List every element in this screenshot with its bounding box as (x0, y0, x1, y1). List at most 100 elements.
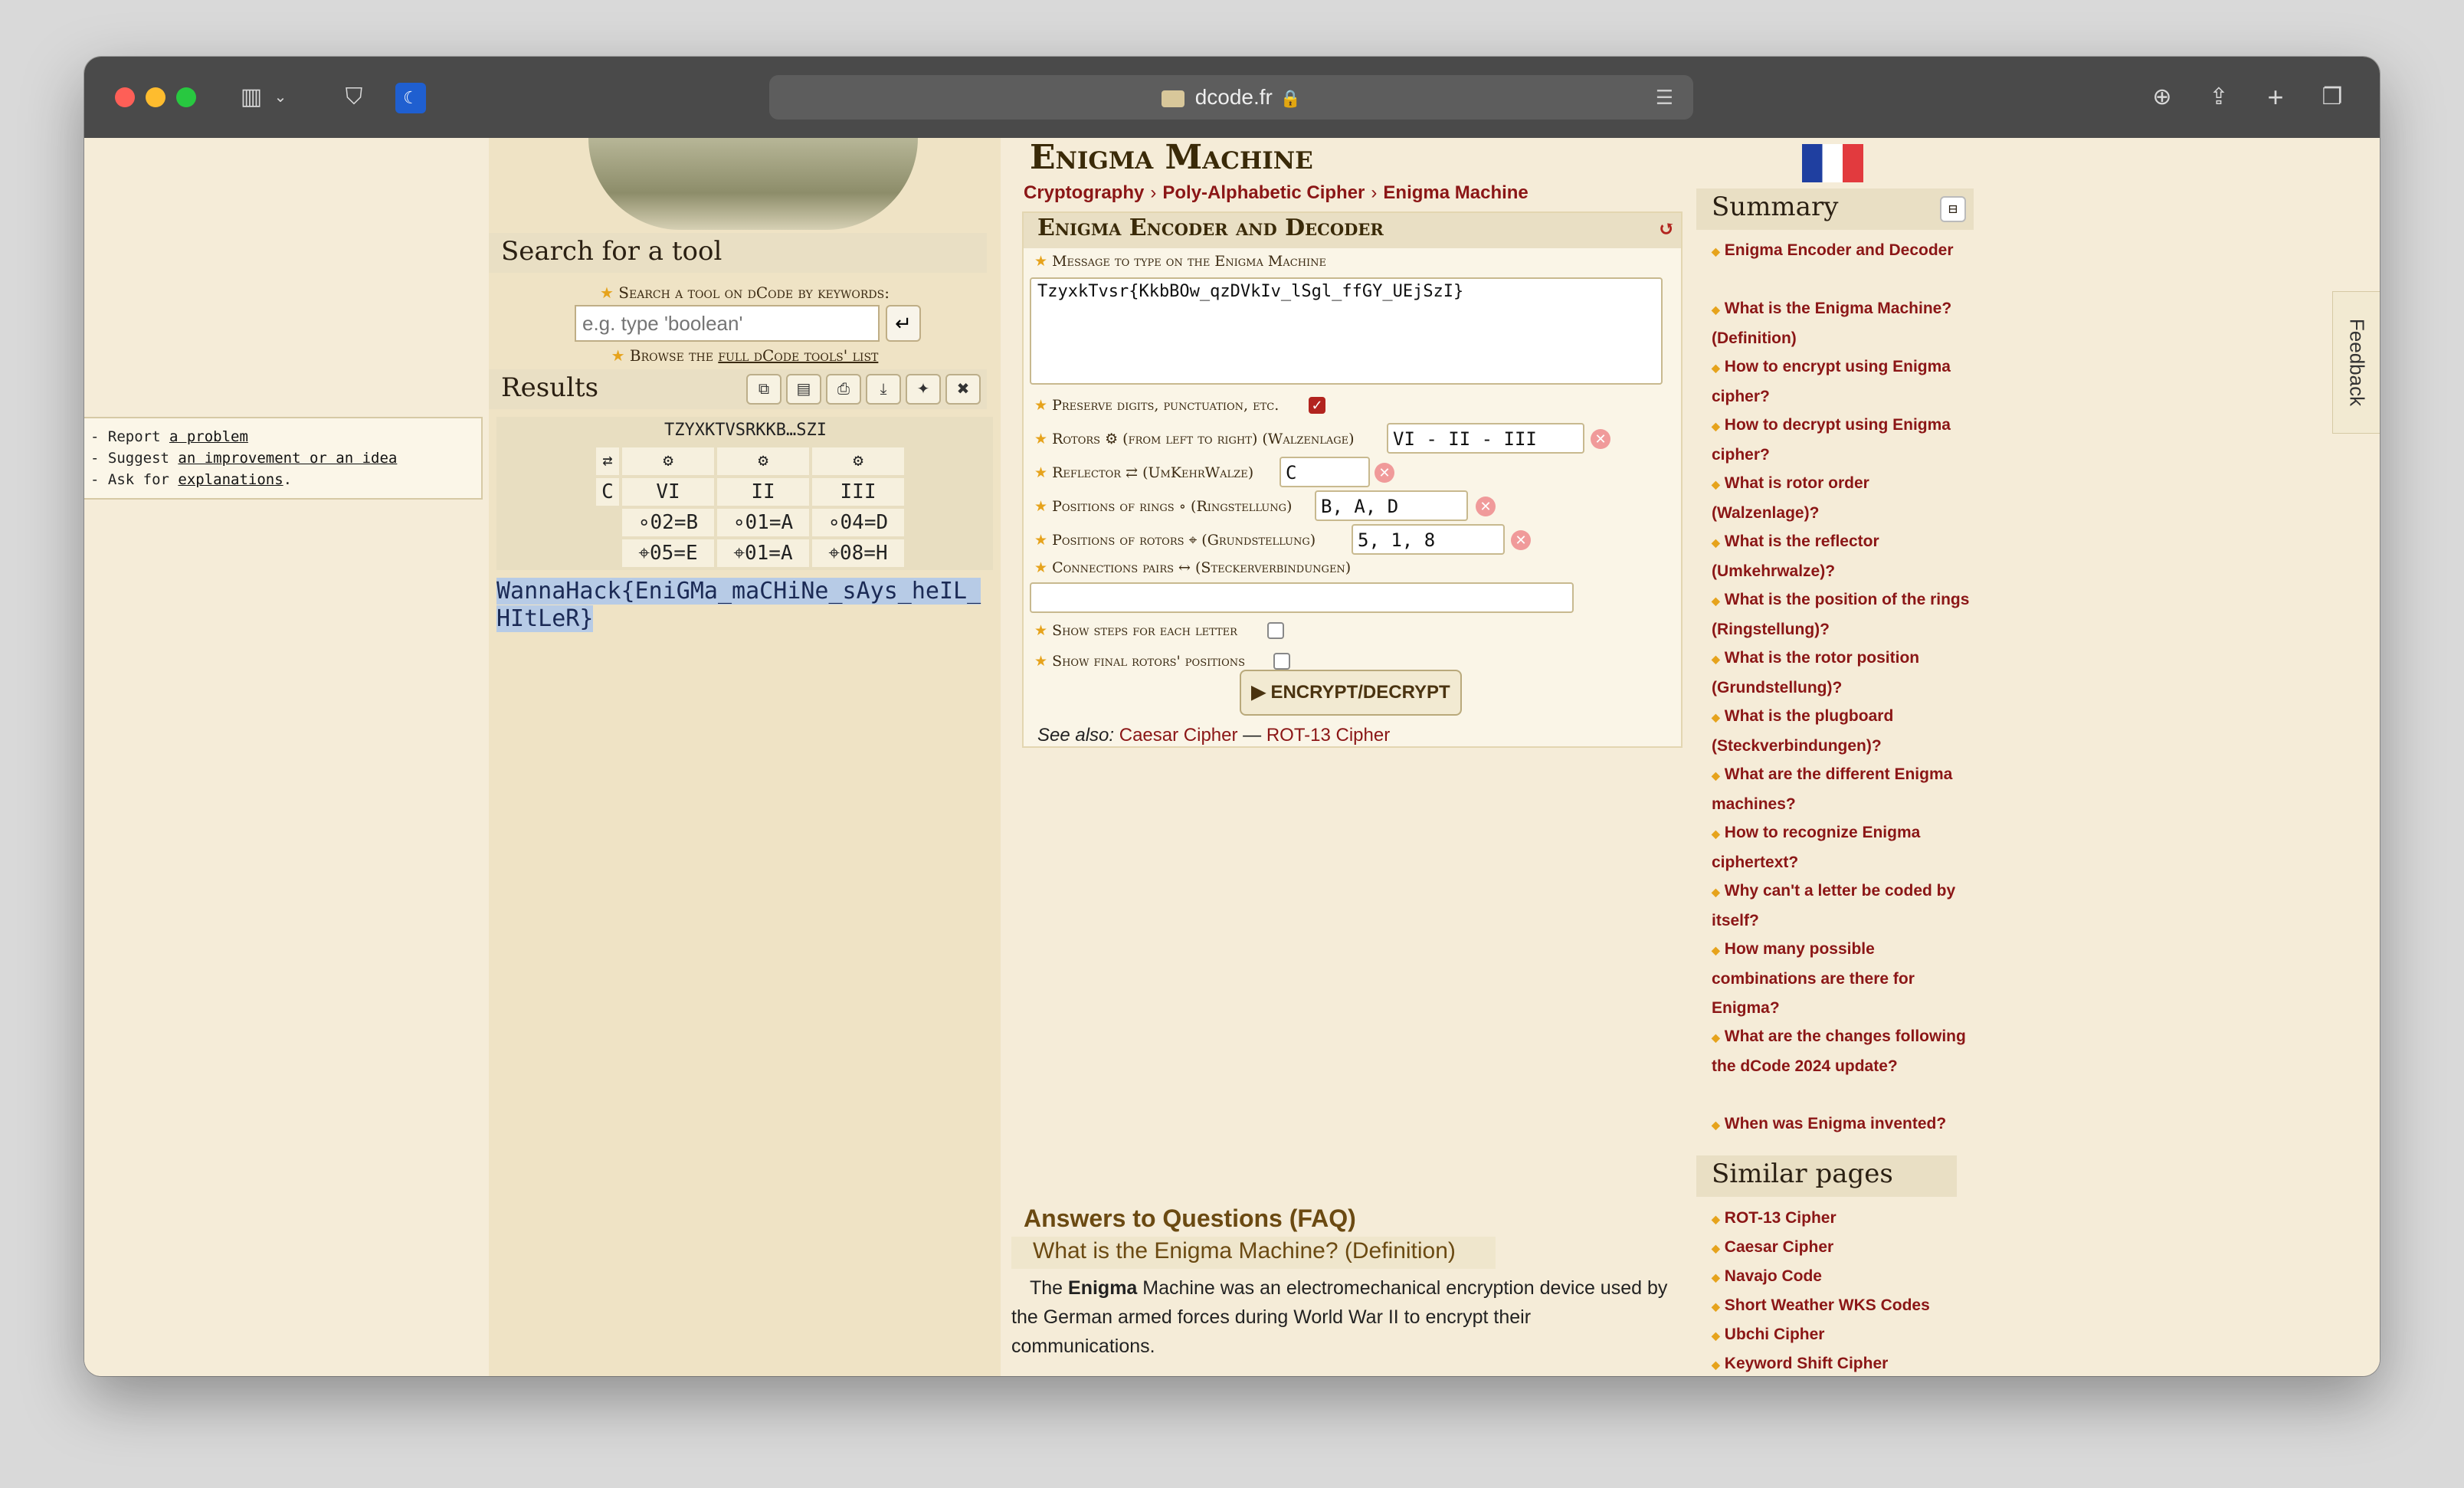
browser-window: ▥ ⌄ ⛉ ☾ dcode.fr 🔒 ☰ ⊕ ⇪ + ❐ - Report a p… (84, 57, 2380, 1376)
star-icon: ★ (611, 346, 630, 365)
minimize-window-button[interactable] (146, 87, 165, 107)
rotor-positions-input[interactable]: 5, 1, 8 (1352, 524, 1505, 555)
summary-item[interactable]: ◆ What is the Enigma Machine? (Definition… (1712, 294, 1980, 353)
similar-item[interactable]: ◆ Keyword Shift Cipher (1712, 1355, 1888, 1373)
french-flag-icon[interactable] (1802, 144, 1863, 182)
shield-icon[interactable]: ⛉ (337, 81, 371, 113)
faq-question: What is the Enigma Machine? (Definition) (1011, 1237, 1496, 1269)
search-input[interactable] (575, 305, 880, 342)
breadcrumb-enigma[interactable]: Enigma Machine (1383, 182, 1528, 203)
rotor-positions-label: ★ Positions of rotors ⌖ (Grundstellung) (1034, 532, 1316, 549)
summary-item[interactable]: ◆ What is the rotor position (Grundstellu… (1712, 644, 1980, 703)
show-final-label: ★ Show final rotors' positions (1034, 653, 1246, 670)
summary-item[interactable]: ◆ What are the different Enigma machines? (1712, 760, 1980, 819)
browse-tools-link[interactable]: full dCode tools' list (718, 346, 878, 365)
reset-icon[interactable]: ↺ (1658, 218, 1675, 241)
report-text: - Report (90, 428, 169, 445)
url-text: dcode.fr (1194, 85, 1273, 109)
summary-item[interactable]: ◆ How to encrypt using Enigma cipher? (1712, 352, 1980, 411)
show-final-checkbox[interactable] (1273, 653, 1290, 670)
results-header: TZYXKTVSRKKB…SZI (664, 421, 827, 440)
summary-item[interactable]: ◆ How to decrypt using Enigma cipher? (1712, 411, 1980, 470)
chevron-down-icon[interactable]: ⌄ (271, 81, 290, 113)
see-also-caesar-link[interactable]: Caesar Cipher (1119, 725, 1238, 746)
download-result-icon[interactable]: ⤓ (866, 374, 901, 405)
similar-item[interactable]: ◆ Caesar Cipher (1712, 1238, 1833, 1257)
collapse-icon[interactable]: ⊟ (1940, 196, 1966, 222)
feedback-tab[interactable]: Feedback (2332, 291, 2380, 434)
summary-item[interactable]: ◆ How many possible combinations are ther… (1712, 935, 1980, 1023)
summary-item[interactable]: ◆ Enigma Encoder and Decoder (1712, 236, 1980, 266)
similar-item[interactable]: ◆ Short Weather WKS Codes (1712, 1296, 1930, 1315)
reflector-input[interactable]: C (1280, 457, 1370, 487)
summary-item[interactable]: ◆ What is the reflector (Umkehrwalze)? (1712, 527, 1980, 586)
plugboard-input[interactable] (1030, 582, 1574, 613)
see-also-separator: — (1237, 725, 1266, 746)
summary-item[interactable]: ◆ What is the plugboard (Steckverbindunge… (1712, 702, 1980, 761)
position-cell: ⌖08=H (812, 539, 904, 567)
copy-icon[interactable]: ⧉ (746, 374, 781, 405)
main-panel: Enigma Machine Cryptography › Poly-Alphabe… (1010, 138, 1684, 1376)
clear-rotor-positions-icon[interactable]: ✕ (1511, 530, 1531, 550)
tool-title: Enigma Encoder and Decoder ↺ (1024, 213, 1681, 248)
selected-result-text[interactable]: WannaHack{EniGMa_maCHiNe_sAys_heIL_HItLe… (496, 578, 981, 632)
zoom-window-button[interactable] (176, 87, 196, 107)
share-icon[interactable]: ⇪ (2202, 81, 2236, 113)
rotors-input[interactable]: VI - II - III (1387, 423, 1584, 454)
close-window-button[interactable] (115, 87, 135, 107)
preserve-checkbox[interactable]: ✓ (1309, 397, 1325, 414)
address-bar[interactable]: dcode.fr 🔒 ☰ (769, 75, 1693, 120)
extension-moon-icon[interactable]: ☾ (395, 83, 426, 113)
message-input[interactable]: TzyxkTvsr{KkbBOw_qzDVkIv_lSgl_ffGY_UEjSz… (1030, 277, 1663, 385)
left-panel: Search for a tool ★ Search a tool on dCo… (489, 138, 1001, 1376)
ring-cell: ∘01=A (717, 509, 809, 536)
summary-item[interactable]: ◆ What are the changes following the dCod… (1712, 1022, 1980, 1081)
close-results-icon[interactable]: ✖ (945, 374, 981, 405)
ring-cell: ∘04=D (812, 509, 904, 536)
print-icon[interactable]: ⎙ (826, 374, 861, 405)
preserve-label: ★ Preserve digits, punctuation, etc. (1034, 397, 1280, 414)
breadcrumb-polyalphabetic[interactable]: Poly-Alphabetic Cipher (1162, 182, 1365, 203)
clear-rings-icon[interactable]: ✕ (1476, 497, 1496, 516)
browser-toolbar: ▥ ⌄ ⛉ ☾ dcode.fr 🔒 ☰ ⊕ ⇪ + ❐ (84, 57, 2380, 138)
summary-item[interactable]: ◆ How to recognize Enigma ciphertext? (1712, 818, 1980, 877)
reader-icon[interactable]: ☰ (1656, 75, 1673, 120)
summary-item[interactable]: ◆ Why can't a letter be coded by itself? (1712, 877, 1980, 936)
new-tab-icon[interactable]: + (2259, 81, 2292, 113)
summary-item[interactable]: ◆ When was Enigma invented? (1712, 1109, 1980, 1139)
show-steps-label: ★ Show steps for each letter (1034, 622, 1237, 639)
browse-line: ★ Browse the full dCode tools' list (611, 346, 879, 365)
gear-icon: ⚙ (622, 447, 714, 475)
report-problem-link[interactable]: a problem (169, 428, 248, 445)
page-title: Enigma Machine (1030, 138, 1313, 177)
pin-icon[interactable]: ✦ (906, 374, 941, 405)
search-title: Search for a tool (489, 233, 987, 273)
breadcrumb-cryptography[interactable]: Cryptography (1024, 182, 1144, 203)
encrypt-decrypt-button[interactable]: ▶ ENCRYPT/DECRYPT (1240, 670, 1462, 716)
decrypted-result[interactable]: WannaHack{EniGMa_maCHiNe_sAys_heIL_HItLe… (496, 578, 987, 633)
similar-item[interactable]: ◆ Ubchi Cipher (1712, 1326, 1824, 1344)
search-submit-button[interactable]: ↵ (886, 305, 921, 342)
sidebar-icon[interactable]: ▥ (234, 81, 268, 113)
suggest-improvement-link[interactable]: an improvement or an idea (178, 450, 397, 467)
show-steps-checkbox[interactable] (1267, 622, 1284, 639)
save-icon[interactable]: ▤ (786, 374, 821, 405)
summary-title: Summary ⊟ (1696, 188, 1974, 230)
clear-reflector-icon[interactable]: ✕ (1375, 463, 1394, 483)
ring-cell: ∘02=B (622, 509, 714, 536)
feedback-label: Feedback (2345, 318, 2368, 407)
similar-item[interactable]: ◆ Navajo Code (1712, 1267, 1822, 1286)
see-also-rot13-link[interactable]: ROT-13 Cipher (1266, 725, 1390, 746)
similar-item[interactable]: ◆ ROT-13 Cipher (1712, 1209, 1837, 1227)
download-icon[interactable]: ⊕ (2145, 81, 2179, 113)
enigma-tool: Enigma Encoder and Decoder ↺ ★ Message to… (1022, 211, 1683, 748)
tabs-overview-icon[interactable]: ❐ (2315, 81, 2349, 113)
rotor-cell: III (812, 478, 904, 506)
rings-input[interactable]: B, A, D (1315, 490, 1468, 521)
site-favicon (1161, 90, 1184, 107)
clear-rotors-icon[interactable]: ✕ (1591, 429, 1610, 449)
results-table: TZYXKTVSRKKB…SZI ⇄ ⚙ ⚙ ⚙ C VI II III ∘02… (496, 417, 993, 570)
explanations-link[interactable]: explanations (178, 471, 283, 488)
summary-item[interactable]: ◆ What is the position of the rings (Ring… (1712, 585, 1980, 644)
summary-item[interactable]: ◆ What is rotor order (Walzenlage)? (1712, 469, 1980, 528)
